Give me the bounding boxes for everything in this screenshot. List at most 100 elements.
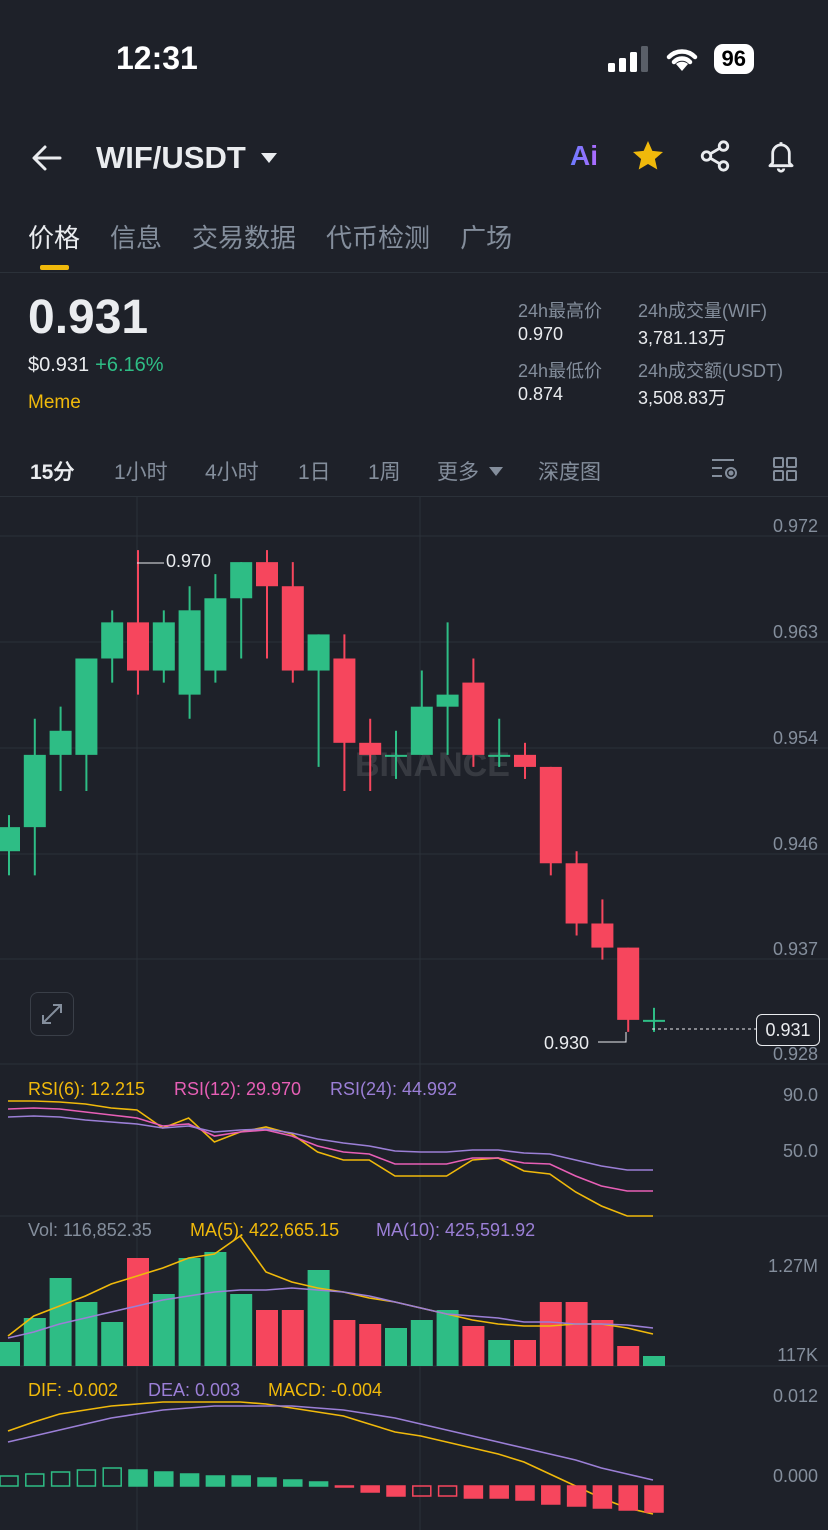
signal-icon xyxy=(607,46,648,72)
candle-body xyxy=(565,863,588,924)
tf-1d[interactable]: 1日 xyxy=(298,456,331,486)
rsi-tick: 90.0 xyxy=(782,1085,818,1105)
chart-overlay xyxy=(0,562,756,1515)
macd-bar xyxy=(76,1469,97,1487)
low-marker: 0.930 xyxy=(544,1033,590,1053)
volume-bar xyxy=(359,1324,382,1366)
tab-price[interactable]: 价格 xyxy=(28,218,80,255)
volume-bar xyxy=(307,1270,330,1366)
pair-selector[interactable]: WIF/USDT xyxy=(96,140,278,176)
vol-tick: 117K xyxy=(777,1345,818,1365)
tab-info[interactable]: 信息 xyxy=(110,218,162,255)
candle-body xyxy=(230,562,253,599)
vol-ma10-label: MA(10): 425,591.92 xyxy=(376,1220,536,1240)
price-chart[interactable]: BINANCE xyxy=(0,496,828,1530)
macd-bar xyxy=(283,1479,303,1487)
candle-body xyxy=(178,610,201,695)
tf-more[interactable]: 更多 xyxy=(437,456,503,486)
vol-ma5-label: MA(5): 422,665.15 xyxy=(190,1220,340,1240)
back-arrow-icon[interactable] xyxy=(30,142,64,174)
volume-bar xyxy=(565,1302,588,1366)
tf-4h[interactable]: 4小时 xyxy=(205,456,259,486)
volume-bar xyxy=(204,1252,227,1366)
macd-bar xyxy=(231,1475,251,1487)
candle-body xyxy=(385,754,407,757)
macd-bar xyxy=(515,1485,535,1501)
volume-bar xyxy=(436,1310,459,1366)
macd-bar xyxy=(0,1475,19,1487)
candles xyxy=(0,550,665,1032)
candle-body xyxy=(617,947,640,1020)
low-leader xyxy=(598,1032,627,1043)
tf-15m[interactable]: 15分 xyxy=(30,456,74,486)
macd-bar xyxy=(489,1485,509,1499)
macd-bar xyxy=(541,1485,561,1505)
rsi-tick: 50.0 xyxy=(782,1141,818,1161)
macd-tick: 0.012 xyxy=(772,1386,818,1406)
volume-bar xyxy=(75,1302,98,1366)
candle-body xyxy=(0,827,20,852)
share-icon[interactable] xyxy=(698,139,732,173)
tab-token-check[interactable]: 代币检测 xyxy=(326,218,430,255)
pair-title: WIF/USDT xyxy=(96,140,246,175)
volume-bar xyxy=(643,1356,665,1366)
volume-bar xyxy=(230,1294,253,1366)
expand-button[interactable] xyxy=(30,992,74,1036)
volume-bar xyxy=(256,1310,278,1366)
candle-body xyxy=(307,634,330,671)
volume-bar xyxy=(385,1328,407,1366)
macd-bar xyxy=(257,1477,277,1487)
macd-bar xyxy=(437,1485,458,1497)
candle-body xyxy=(539,766,562,864)
status-icons: 96 xyxy=(607,44,754,74)
dif-label: DIF: -0.002 xyxy=(28,1380,119,1400)
macd-bar xyxy=(592,1485,613,1509)
macd-bar xyxy=(412,1485,432,1497)
candle-body xyxy=(359,742,382,755)
macd-bar xyxy=(179,1473,200,1487)
amount-label: 24h成交额(USDT) xyxy=(638,361,784,381)
macd-label: MACD: -0.004 xyxy=(268,1380,383,1400)
candle-body xyxy=(488,754,511,757)
rsi6-line xyxy=(8,1100,653,1217)
macd-bar xyxy=(618,1485,638,1511)
tab-trade-data[interactable]: 交易数据 xyxy=(192,218,296,255)
tf-1w[interactable]: 1周 xyxy=(368,456,401,486)
bell-icon[interactable] xyxy=(764,138,798,174)
macd-bar xyxy=(566,1485,587,1507)
macd-bar xyxy=(205,1475,226,1487)
high-marker: 0.970 xyxy=(166,551,212,571)
dea-line xyxy=(7,1405,654,1481)
candle-body xyxy=(49,730,72,755)
volume-bar xyxy=(410,1320,433,1366)
active-tab-indicator xyxy=(40,265,69,270)
volume-bar xyxy=(333,1320,356,1366)
candle-body xyxy=(333,658,356,743)
chart-settings-icon[interactable] xyxy=(710,455,740,483)
high-value: 0.970 xyxy=(518,324,564,344)
usd-price: $0.931 +6.16% xyxy=(28,354,164,377)
price-change: +6.16% xyxy=(95,354,164,376)
volume-bar xyxy=(514,1340,536,1366)
star-icon[interactable] xyxy=(630,138,666,174)
volume-value: 3,781.13万 xyxy=(638,328,727,348)
volume-bar xyxy=(152,1294,175,1366)
volume-label: 24h成交量(WIF) xyxy=(638,301,768,321)
ai-icon[interactable]: Ai xyxy=(570,140,598,172)
tf-1h[interactable]: 1小时 xyxy=(114,456,168,486)
y-tick: 0.972 xyxy=(772,516,818,536)
volume-bar xyxy=(539,1302,562,1366)
volume-bar xyxy=(462,1326,485,1366)
chart-grid xyxy=(0,496,828,1530)
tab-square[interactable]: 广场 xyxy=(460,218,512,255)
grid-layout-icon[interactable] xyxy=(772,456,798,482)
candle-body xyxy=(410,706,433,755)
volume-bar xyxy=(591,1320,614,1366)
main-tabs: 价格 信息 交易数据 代币检测 广场 xyxy=(28,218,512,255)
low-label: 24h最低价 xyxy=(518,361,603,381)
macd-bar xyxy=(154,1471,174,1487)
last-price: 0.931 xyxy=(28,291,149,344)
category-tag[interactable]: Meme xyxy=(28,392,81,414)
tf-depth[interactable]: 深度图 xyxy=(538,456,601,486)
candle-body xyxy=(204,598,227,671)
